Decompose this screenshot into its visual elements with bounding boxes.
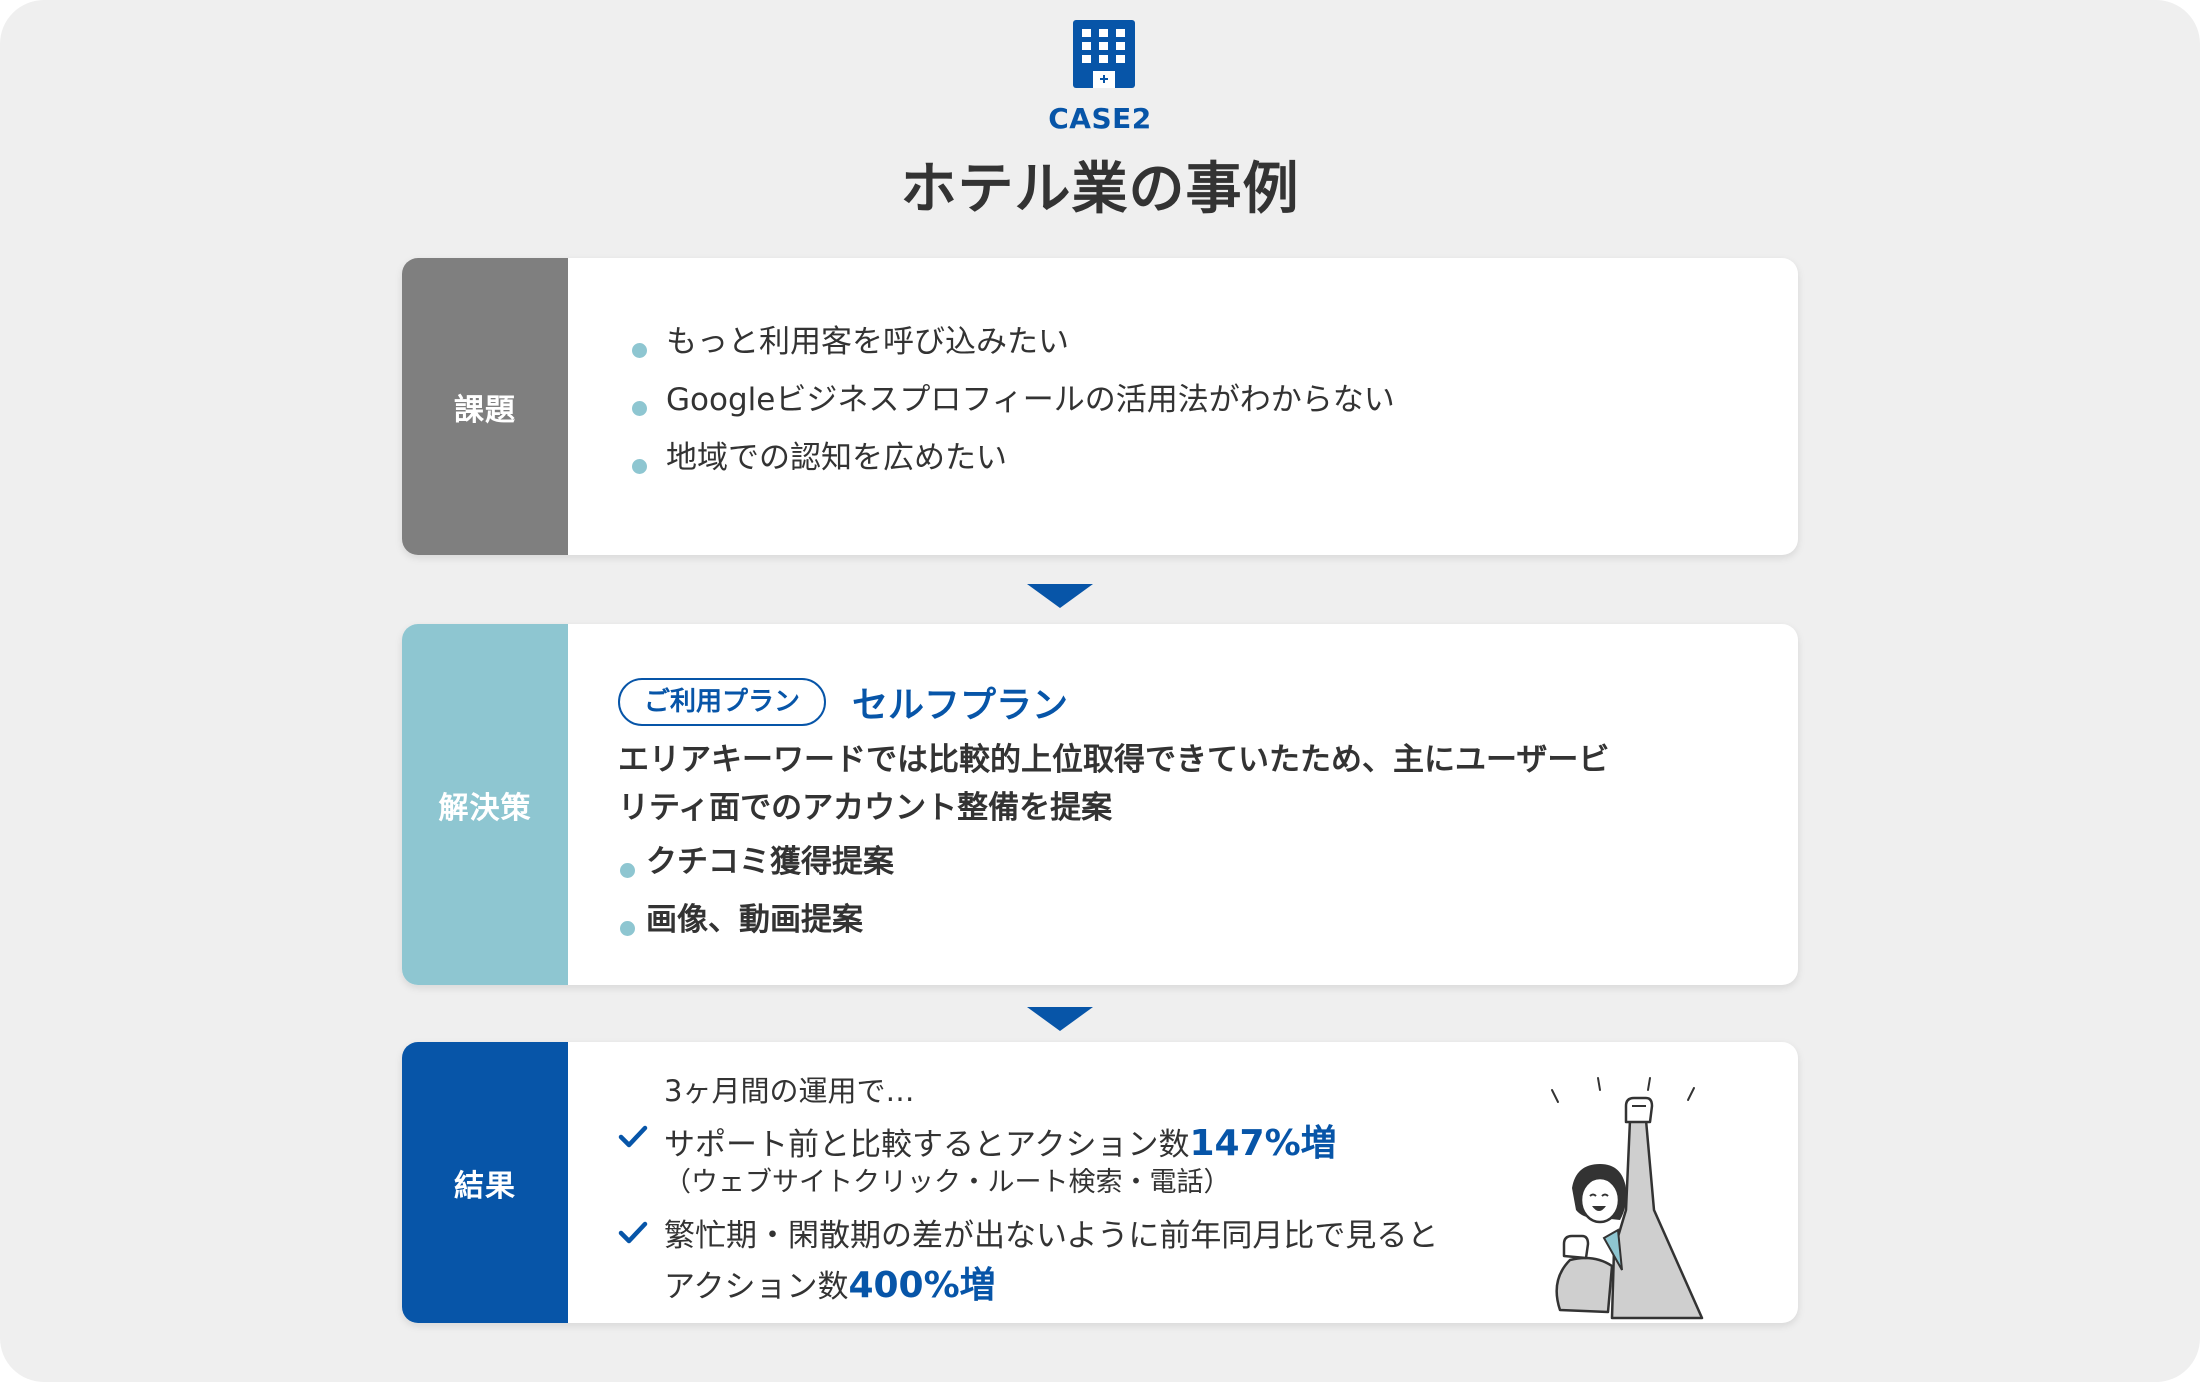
check-icon	[618, 1125, 648, 1148]
result-text: サポート前と比較するとアクション数	[664, 1127, 1190, 1163]
down-arrow-icon	[1027, 1007, 1093, 1031]
plan-tag: ご利用プラン	[618, 678, 827, 726]
result-line: アクション数400%増	[664, 1256, 996, 1308]
highlight-value: 400%増	[848, 1265, 996, 1306]
building-icon	[1073, 20, 1135, 88]
solution-list: クチコミ獲得提案 画像、動画提案	[618, 842, 894, 958]
list-item: 地域での認知を広めたい	[628, 438, 1395, 496]
list-item: クチコミ獲得提案	[618, 842, 894, 900]
solution-label: 解決策	[402, 624, 568, 985]
list-item: もっと利用客を呼び込みたい	[628, 322, 1395, 380]
issue-item-text: もっと利用客を呼び込みたい	[666, 324, 1069, 360]
solution-description: エリアキーワードでは比較的上位取得できていたため、主にユーザービ リティ面でのア…	[618, 736, 1718, 832]
description-line: リティ面でのアカウント整備を提案	[618, 790, 1113, 826]
result-text: 繁忙期・閑散期の差が出ないように前年同月比で見ると	[664, 1218, 1439, 1254]
issue-item-text: 地域での認知を広めたい	[666, 440, 1007, 476]
cheering-person-illustration	[1551, 1077, 1704, 1320]
issue-item-text: Googleビジネスプロフィールの活用法がわからない	[666, 382, 1395, 418]
list-item: 画像、動画提案	[618, 900, 894, 958]
bullet-dot	[620, 863, 635, 878]
highlight-value: 147%増	[1189, 1123, 1337, 1164]
issue-list: もっと利用客を呼び込みたい Googleビジネスプロフィールの活用法がわからない…	[628, 322, 1395, 496]
result-note: （ウェブサイトクリック・ルート検索・電話）	[664, 1167, 1231, 1198]
issue-label: 課題	[402, 258, 568, 555]
result-text: アクション数	[664, 1269, 849, 1305]
case-label: CASE2	[1048, 102, 1152, 135]
plan-row: ご利用プラン セルフプラン	[618, 676, 1068, 728]
solution-item-text: 画像、動画提案	[646, 902, 863, 938]
bullet-dot	[632, 343, 647, 358]
result-line: サポート前と比較するとアクション数147%増	[664, 1114, 1337, 1166]
solution-item-text: クチコミ獲得提案	[646, 844, 894, 880]
bullet-dot	[632, 401, 647, 416]
solution-card: 解決策 ご利用プラン セルフプラン エリアキーワードでは比較的上位取得できていた…	[402, 624, 1798, 985]
down-arrow-icon	[1027, 584, 1093, 608]
result-label: 結果	[402, 1042, 568, 1323]
result-intro: 3ヶ月間の運用で…	[664, 1074, 915, 1108]
result-card: 結果 3ヶ月間の運用で… サポート前と比較するとアクション数147%増 （ウェブ…	[402, 1042, 1798, 1323]
check-icon	[618, 1221, 648, 1244]
issue-card: 課題 もっと利用客を呼び込みたい Googleビジネスプロフィールの活用法がわか…	[402, 258, 1798, 555]
page-background: CASE2 ホテル業の事例 課題 もっと利用客を呼び込みたい Googleビジネ…	[0, 0, 2200, 1382]
plan-name: セルフプラン	[852, 685, 1069, 726]
bullet-dot	[632, 459, 647, 474]
page-title: ホテル業の事例	[900, 157, 1300, 222]
bullet-dot	[620, 921, 635, 936]
description-line: エリアキーワードでは比較的上位取得できていたため、主にユーザービ	[618, 742, 1610, 778]
list-item: Googleビジネスプロフィールの活用法がわからない	[628, 380, 1395, 438]
